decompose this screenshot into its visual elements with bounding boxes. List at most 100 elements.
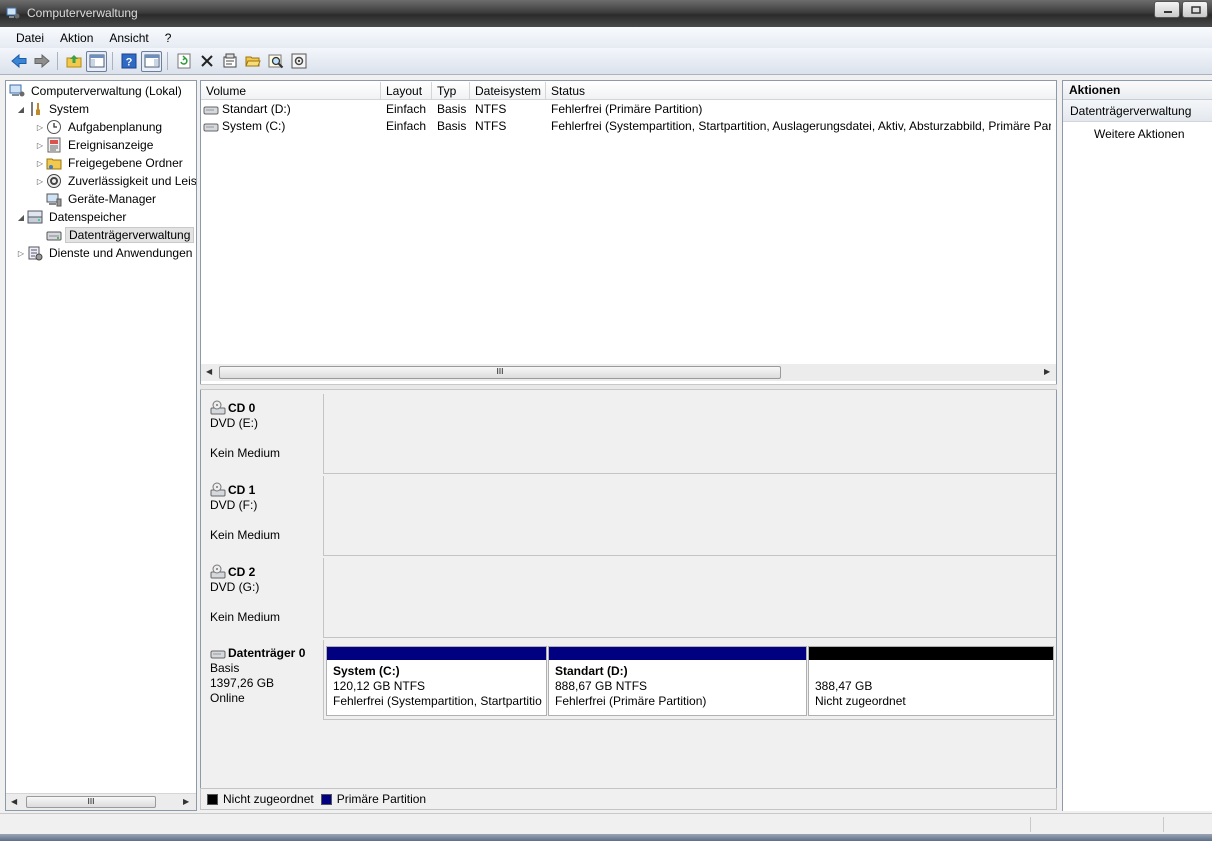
computer-management-icon xyxy=(6,7,20,19)
tree-item-datenspeicher[interactable]: ◢ Datenspeicher xyxy=(15,208,129,226)
partition-name xyxy=(815,664,1047,679)
collapsed-arrow-icon[interactable]: ▷ xyxy=(34,123,46,132)
menu-help[interactable]: ? xyxy=(157,29,180,47)
scroll-left-icon[interactable]: ◀ xyxy=(206,367,212,376)
collapsed-arrow-icon[interactable]: ▷ xyxy=(34,141,46,150)
column-layout[interactable]: Layout xyxy=(381,82,432,100)
tree-item-geraete-manager[interactable]: Geräte-Manager xyxy=(46,190,159,208)
partition-name: Standart (D:) xyxy=(555,664,628,678)
cd-drive-icon xyxy=(210,482,226,497)
collapsed-arrow-icon[interactable]: ▷ xyxy=(34,159,46,168)
search-icon xyxy=(268,54,283,69)
disk-info: Datenträger 0 Basis 1397,26 GB Online xyxy=(201,640,324,720)
delete-icon xyxy=(200,55,213,67)
open-folder-icon xyxy=(244,56,261,67)
disk-line3: Online xyxy=(210,691,245,705)
minimize-button[interactable] xyxy=(1154,1,1180,18)
partition-bar xyxy=(327,647,546,660)
partition-status: Fehlerfrei (Systempartition, Startpartit… xyxy=(333,694,542,708)
disk-partitions: System (C:) 120,12 GB NTFS Fehlerfrei (S… xyxy=(325,640,1056,720)
volume-cell: System (C:) xyxy=(201,118,381,135)
scroll-left-icon[interactable]: ◀ xyxy=(11,797,17,806)
forward-button[interactable] xyxy=(31,51,52,72)
menu-aktion[interactable]: Aktion xyxy=(52,29,101,47)
tree-item-zuverlaessigkeit[interactable]: ▷ Zuverlässigkeit und Leis xyxy=(34,172,197,190)
collapsed-arrow-icon[interactable]: ▷ xyxy=(34,177,46,186)
taskbar-edge xyxy=(0,834,1212,841)
properties-button[interactable] xyxy=(219,51,240,72)
partition-unallocated[interactable]: 388,47 GB Nicht zugeordnet xyxy=(808,646,1054,716)
tree-item-datentraegerverwaltung[interactable]: Datenträgerverwaltung xyxy=(46,226,195,244)
scroll-right-icon[interactable]: ▶ xyxy=(1044,367,1050,376)
search-button[interactable] xyxy=(265,51,286,72)
toolbar-separator xyxy=(167,52,168,70)
legend-item-unallocated: Nicht zugeordnet xyxy=(207,792,314,806)
disk-row-datentraeger0[interactable]: Datenträger 0 Basis 1397,26 GB Online Sy… xyxy=(201,640,1056,720)
shared-folder-icon xyxy=(46,158,62,170)
forward-icon xyxy=(34,54,50,68)
tree-label: Datenspeicher xyxy=(49,210,127,224)
typ-cell: Basis xyxy=(437,102,467,116)
collapsed-arrow-icon[interactable]: ▷ xyxy=(15,249,27,258)
partition-standart-d[interactable]: Standart (D:) 888,67 GB NTFS Fehlerfrei … xyxy=(548,646,807,716)
tree-item-ereignisanzeige[interactable]: ▷ Ereignisanzeige xyxy=(34,136,156,154)
storage-icon xyxy=(27,210,43,224)
disk-row-cd1[interactable]: CD 1 DVD (F:) Kein Medium xyxy=(201,476,1056,556)
menu-datei[interactable]: Datei xyxy=(8,29,52,47)
tree-item-system[interactable]: ◢ System xyxy=(15,100,92,118)
status-segment xyxy=(1030,817,1031,832)
maximize-button[interactable] xyxy=(1182,1,1208,18)
disk-line2: 1397,26 GB xyxy=(210,676,275,690)
disk-line1: DVD (E:) xyxy=(210,416,258,430)
volume-horizontal-scrollbar[interactable]: ◀ III ▶ xyxy=(201,364,1056,381)
scrollbar-thumb[interactable]: III xyxy=(26,796,156,808)
tree-item-freigegebene-ordner[interactable]: ▷ Freigegebene Ordner xyxy=(34,154,186,172)
tree-item-dienste[interactable]: ▷ Dienste und Anwendungen xyxy=(15,244,195,262)
partition-system-c[interactable]: System (C:) 120,12 GB NTFS Fehlerfrei (S… xyxy=(326,646,547,716)
open-button[interactable] xyxy=(242,51,263,72)
disk-row-cd0[interactable]: CD 0 DVD (E:) Kein Medium xyxy=(201,394,1056,474)
tree-item-aufgabenplanung[interactable]: ▷ Aufgabenplanung xyxy=(34,118,165,136)
column-volume[interactable]: Volume xyxy=(201,82,381,100)
expanded-arrow-icon[interactable]: ◢ xyxy=(15,213,27,222)
table-row[interactable]: System (C:) Einfach Basis NTFS Fehlerfre… xyxy=(201,118,1056,135)
drive-icon xyxy=(203,106,219,114)
properties-icon xyxy=(223,53,236,68)
volume-name: Standart (D:) xyxy=(222,102,291,116)
up-button[interactable] xyxy=(63,51,84,72)
column-dateisystem[interactable]: Dateisystem xyxy=(470,82,546,100)
refresh-button[interactable] xyxy=(173,51,194,72)
tree-label: Ereignisanzeige xyxy=(68,138,154,152)
scrollbar-thumb[interactable]: III xyxy=(219,366,781,379)
delete-button[interactable] xyxy=(196,51,217,72)
actions-section-datentraegerverwaltung[interactable]: Datenträgerverwaltung xyxy=(1063,100,1212,122)
menu-ansicht[interactable]: Ansicht xyxy=(101,29,156,47)
column-typ[interactable]: Typ xyxy=(432,82,470,100)
expanded-arrow-icon[interactable]: ◢ xyxy=(15,105,27,114)
volume-list-header: Volume Layout Typ Dateisystem Status xyxy=(201,82,1056,100)
legend: Nicht zugeordnet Primäre Partition xyxy=(200,788,1057,810)
tree-item-computerverwaltung[interactable]: Computerverwaltung (Lokal) xyxy=(9,82,185,100)
scroll-right-icon[interactable]: ▶ xyxy=(183,797,189,806)
tree-label: Zuverlässigkeit und Leis xyxy=(68,174,197,188)
show-hide-console-tree-button[interactable] xyxy=(86,50,107,72)
back-button[interactable] xyxy=(8,51,29,72)
layout-cell: Einfach xyxy=(386,119,427,133)
tree-label: Datenträgerverwaltung xyxy=(65,227,195,243)
more-actions-link[interactable]: Weitere Aktionen xyxy=(1063,122,1212,146)
tree-horizontal-scrollbar[interactable]: ◀ III ▶ xyxy=(6,793,196,810)
show-hide-action-pane-button[interactable] xyxy=(141,50,162,72)
table-row[interactable]: Standart (D:) Einfach Basis NTFS Fehlerf… xyxy=(201,101,1056,118)
disk-info: CD 2 DVD (G:) Kein Medium xyxy=(201,558,324,638)
tree-label: Aufgabenplanung xyxy=(68,120,163,134)
legend-swatch xyxy=(207,793,218,805)
settings-button[interactable] xyxy=(288,51,309,72)
toolbar: ? xyxy=(0,48,1212,75)
column-status[interactable]: Status xyxy=(546,82,1056,100)
help-button[interactable]: ? xyxy=(118,51,139,72)
layout-cell: Einfach xyxy=(386,102,427,116)
drive-icon xyxy=(203,123,219,131)
disk-row-cd2[interactable]: CD 2 DVD (G:) Kein Medium xyxy=(201,558,1056,638)
cd-drive-icon xyxy=(210,564,226,579)
console-tree-pane: Computerverwaltung (Lokal) ◢ System ▷ Au… xyxy=(5,80,197,811)
